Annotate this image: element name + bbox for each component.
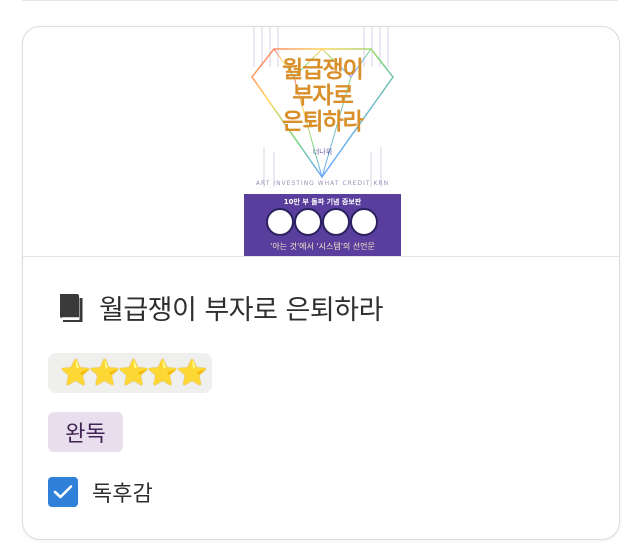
cover-badge — [350, 208, 378, 236]
cover-badge — [266, 208, 294, 236]
book-title-row[interactable]: 월급쟁이 부자로 은퇴하라 — [57, 287, 383, 327]
status-badge[interactable]: 완독 — [48, 412, 123, 452]
cover-badge — [294, 208, 322, 236]
cover-author: 너나위 — [312, 148, 333, 156]
rating-stars[interactable]: ⭐⭐⭐⭐⭐ — [48, 353, 212, 393]
cover-area: 월급쟁이 부자로 은퇴하라 너나위 ART INVESTING WHAT CRE… — [23, 27, 619, 257]
book-cover-image[interactable]: 월급쟁이 부자로 은퇴하라 너나위 ART INVESTING WHAT CRE… — [244, 27, 401, 256]
checkmark-icon — [53, 485, 73, 499]
book-icon — [60, 294, 83, 322]
cover-title-line-2: 부자로 — [292, 83, 353, 109]
book-title[interactable]: 월급쟁이 부자로 은퇴하라 — [99, 288, 383, 327]
review-property[interactable]: 독후감 — [48, 472, 153, 512]
cover-title-line-3: 은퇴하라 — [282, 109, 364, 135]
cover-title-line-1: 월급쟁이 — [282, 57, 364, 83]
review-checkbox[interactable] — [48, 477, 78, 507]
book-card[interactable]: 월급쟁이 부자로 은퇴하라 너나위 ART INVESTING WHAT CRE… — [22, 26, 620, 540]
cover-band-bottom-text: '아는 것'에서 '시스템'의 선언문 — [270, 242, 375, 251]
top-divider — [22, 0, 618, 1]
cover-band-top-text: 10만 부 돌파 기념 증보판 — [283, 198, 362, 206]
review-label: 독후감 — [92, 482, 153, 507]
cover-tagline: ART INVESTING WHAT CREDIT KRN — [255, 180, 390, 187]
cover-badge — [322, 208, 350, 236]
